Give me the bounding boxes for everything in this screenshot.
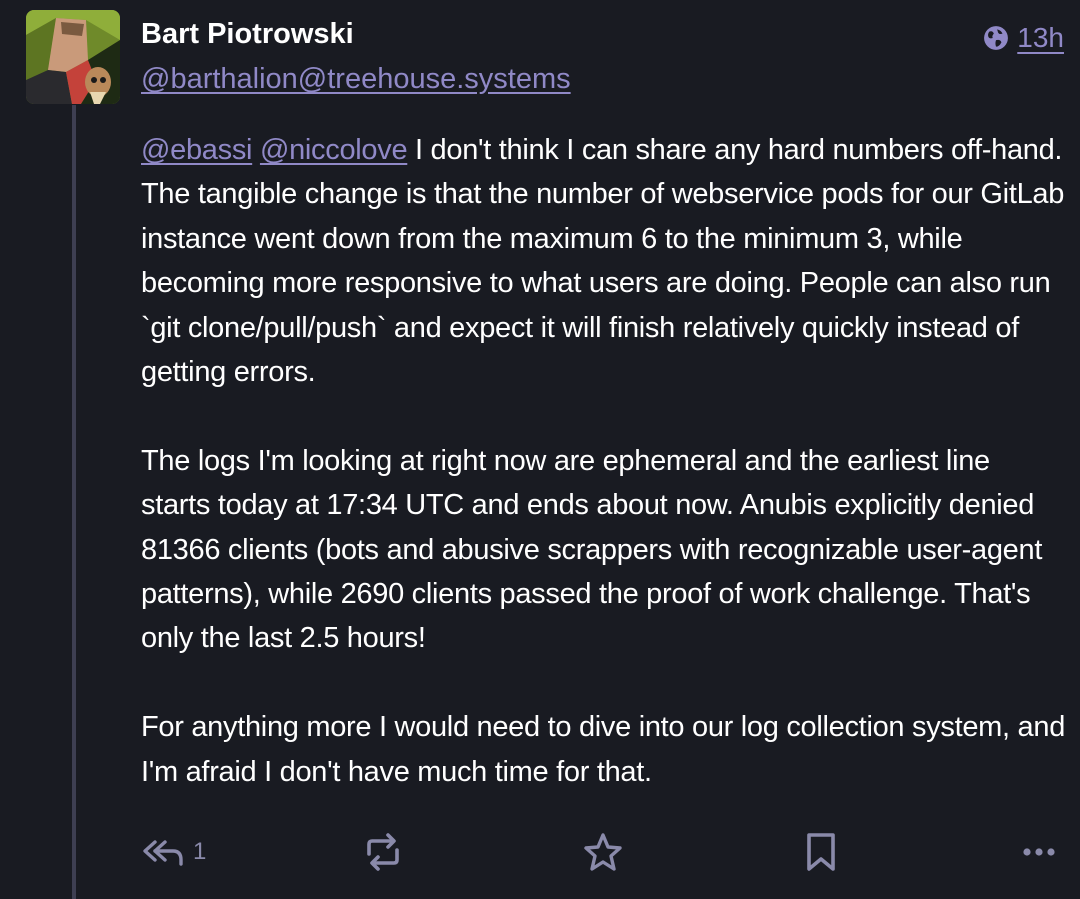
post-timestamp[interactable]: 13h	[1017, 20, 1064, 56]
mention-link[interactable]: @ebassi	[141, 134, 252, 166]
status-post: Bart Piotrowski @barthalion@treehouse.sy…	[0, 0, 1080, 899]
favourite-button[interactable]	[583, 826, 623, 878]
thread-line	[72, 105, 76, 899]
post-meta: 13h	[983, 20, 1064, 56]
reply-button[interactable]: 1	[141, 826, 206, 878]
content-paragraph: The logs I'm looking at right now are ep…	[141, 444, 1043, 655]
reply-count: 1	[193, 838, 207, 865]
bookmark-icon	[807, 833, 835, 871]
boost-button[interactable]	[363, 826, 403, 878]
content-paragraph: @ebassi @niccolove I don't think I can s…	[141, 128, 1066, 394]
author-handle[interactable]: @barthalion@treehouse.systems	[141, 60, 571, 98]
reply-all-icon	[143, 840, 183, 866]
avatar-image	[26, 10, 120, 104]
author-display-name[interactable]: Bart Piotrowski	[141, 16, 354, 52]
post-content: @ebassi @niccolove I don't think I can s…	[141, 128, 1066, 794]
bookmark-button[interactable]	[803, 826, 839, 878]
mention-link[interactable]: @niccolove	[260, 134, 408, 166]
paragraph-text: I don't think I can share any hard numbe…	[141, 134, 1065, 389]
star-icon	[584, 833, 622, 871]
avatar[interactable]	[26, 10, 120, 104]
content-paragraph: For anything more I would need to dive i…	[141, 711, 1066, 788]
more-button[interactable]	[1021, 826, 1057, 878]
more-icon	[1023, 848, 1055, 856]
boost-icon	[367, 833, 399, 871]
action-bar: 1	[141, 826, 1061, 878]
globe-icon	[984, 26, 1009, 50]
